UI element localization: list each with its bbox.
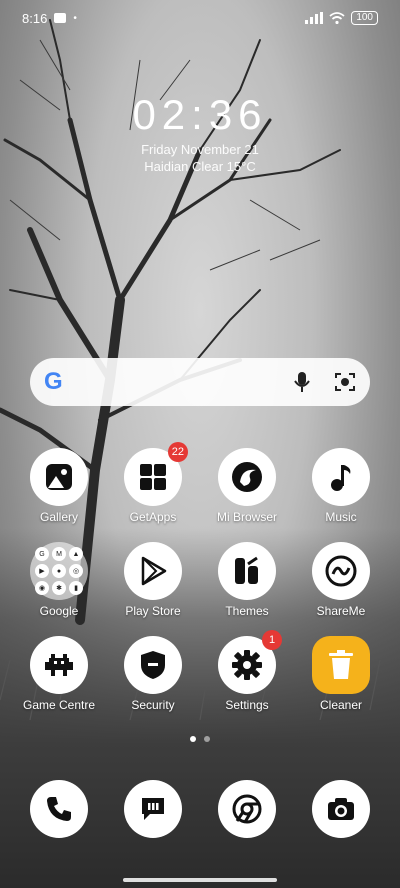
photos-mini-icon: ✱ xyxy=(52,581,66,595)
app-label: Game Centre xyxy=(22,698,96,712)
app-gallery[interactable]: Gallery xyxy=(14,448,104,524)
camera-icon xyxy=(328,798,354,820)
app-mi-browser[interactable]: Mi Browser xyxy=(202,448,292,524)
microphone-icon[interactable] xyxy=(294,371,310,393)
lens-camera-icon[interactable] xyxy=(334,371,356,393)
app-play-store[interactable]: Play Store xyxy=(108,542,198,618)
game-centre-icon xyxy=(30,636,88,694)
app-label: Cleaner xyxy=(319,698,363,712)
status-left: 8:16 • xyxy=(22,11,77,26)
app-shareme[interactable]: ShareMe xyxy=(296,542,386,618)
shareme-icon xyxy=(312,542,370,600)
google-logo-icon: G xyxy=(44,368,63,395)
page-dot-active[interactable] xyxy=(190,736,196,742)
chrome-mini-icon: ◉ xyxy=(35,581,49,595)
app-label: Security xyxy=(131,698,175,712)
app-label: Mi Browser xyxy=(216,510,277,524)
google-folder-icon: G M ▲ ▶ ● ◎ ◉ ✱ ▮ xyxy=(30,542,88,600)
gear-icon: 1 xyxy=(218,630,282,694)
app-settings[interactable]: 1 Settings xyxy=(202,630,292,712)
more-dot-icon: • xyxy=(73,12,77,24)
getapps-icon: 22 xyxy=(124,442,188,506)
page-dot[interactable] xyxy=(204,736,210,742)
dock-messages[interactable] xyxy=(124,780,182,838)
themes-icon xyxy=(218,542,276,600)
app-label: Music xyxy=(325,510,357,524)
gmail-mini-icon: M xyxy=(52,547,66,561)
app-label: ShareMe xyxy=(316,604,366,618)
dock-chrome[interactable] xyxy=(218,780,276,838)
google-mini-icon: G xyxy=(35,547,49,561)
app-game-centre[interactable]: Game Centre xyxy=(14,636,104,712)
signal-icon xyxy=(305,12,324,24)
app-google-folder[interactable]: G M ▲ ▶ ● ◎ ◉ ✱ ▮ Google xyxy=(14,542,104,618)
google-search-bar[interactable]: G xyxy=(30,358,370,406)
clock-date: Friday November 21 xyxy=(141,142,259,157)
app-security[interactable]: Security xyxy=(108,636,198,712)
app-label: Play Store xyxy=(125,604,181,618)
app-music[interactable]: Music xyxy=(296,448,386,524)
music-note-icon xyxy=(312,448,370,506)
notification-icon xyxy=(54,13,67,23)
play-store-icon xyxy=(124,542,182,600)
clock-weather: Haidian Clear 15°C xyxy=(144,159,256,174)
app-label: GetApps xyxy=(129,510,177,524)
app-getapps[interactable]: 22 GetApps xyxy=(108,442,198,524)
app-themes[interactable]: Themes xyxy=(202,542,292,618)
app-label: Themes xyxy=(225,604,269,618)
search-actions xyxy=(294,371,356,393)
messages-icon xyxy=(142,798,164,820)
status-right: 100 xyxy=(305,11,378,25)
shield-icon xyxy=(124,636,182,694)
notification-badge: 22 xyxy=(167,442,188,462)
dock-phone[interactable] xyxy=(30,780,88,838)
page-indicator xyxy=(0,736,400,742)
drive-mini-icon: ▲ xyxy=(69,547,83,561)
wifi-icon xyxy=(329,12,345,24)
home-indicator[interactable] xyxy=(123,878,277,882)
lens-mini-icon: ◎ xyxy=(69,564,83,578)
app-label: Google xyxy=(39,604,79,618)
gallery-icon xyxy=(30,448,88,506)
youtube-mini-icon: ▶ xyxy=(35,564,49,578)
chrome-icon xyxy=(232,794,262,824)
battery-indicator: 100 xyxy=(351,11,378,25)
phone-icon xyxy=(47,797,71,821)
clock-time: 02:36 xyxy=(132,91,268,138)
clock-widget[interactable]: 02:36 Friday November 21 Haidian Clear 1… xyxy=(0,90,400,174)
files-mini-icon: ▮ xyxy=(69,581,83,595)
maps-mini-icon: ● xyxy=(52,564,66,578)
app-label: Gallery xyxy=(39,510,78,524)
trash-icon xyxy=(312,636,370,694)
app-label: Settings xyxy=(225,698,269,712)
app-cleaner[interactable]: Cleaner xyxy=(296,636,386,712)
dock-camera[interactable] xyxy=(312,780,370,838)
status-bar: 8:16 • 100 xyxy=(0,0,400,36)
mi-browser-icon xyxy=(218,448,276,506)
status-time: 8:16 xyxy=(22,10,48,26)
notification-badge: 1 xyxy=(262,630,282,650)
